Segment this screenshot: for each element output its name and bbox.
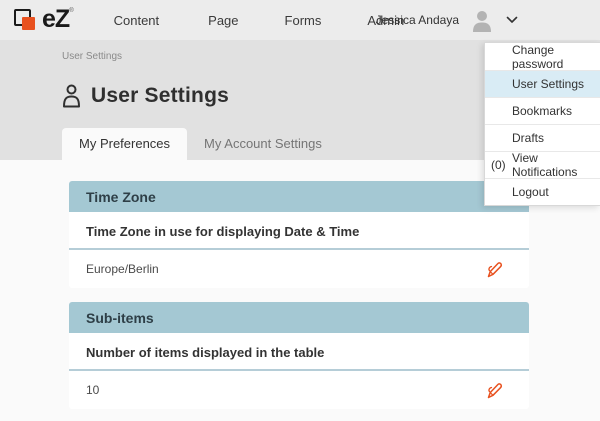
- chevron-down-icon: [506, 16, 518, 24]
- edit-pencil-icon: [486, 381, 503, 400]
- top-navbar: eZ ® Content Page Forms Admin Jessica An…: [0, 0, 600, 40]
- tab-my-account-settings[interactable]: My Account Settings: [187, 128, 339, 160]
- menu-item-change-password[interactable]: Change password: [485, 43, 600, 70]
- page-title: User Settings: [91, 84, 229, 108]
- title-row: User Settings: [61, 84, 229, 108]
- breadcrumb: User Settings: [62, 51, 122, 62]
- ez-logo[interactable]: eZ ®: [14, 6, 74, 34]
- timezone-value: Europe/Berlin: [86, 262, 159, 276]
- subitems-setting-row: 10: [69, 371, 529, 409]
- main-nav: Content Page Forms Admin: [74, 13, 405, 28]
- ez-logo-text: eZ: [42, 6, 69, 32]
- user-menu-trigger[interactable]: Jessica Andaya: [376, 0, 518, 40]
- timezone-section: Time Zone Time Zone in use for displayin…: [69, 181, 529, 288]
- timezone-setting-label: Time Zone in use for displaying Date & T…: [69, 212, 529, 250]
- nav-item-forms[interactable]: Forms: [285, 13, 322, 28]
- menu-item-user-settings[interactable]: User Settings: [485, 70, 600, 97]
- subitems-value: 10: [86, 383, 99, 397]
- subitems-section: Sub-items Number of items displayed in t…: [69, 302, 529, 409]
- timezone-setting-row: Europe/Berlin: [69, 250, 529, 288]
- edit-subitems-button[interactable]: [486, 381, 503, 400]
- tab-bar: My Preferences My Account Settings: [62, 128, 339, 160]
- subitems-setting-label: Number of items displayed in the table: [69, 333, 529, 371]
- user-settings-icon: [61, 84, 82, 108]
- menu-item-view-notifications[interactable]: (0) View Notifications: [485, 151, 600, 178]
- edit-timezone-button[interactable]: [486, 260, 503, 279]
- subitems-section-header: Sub-items: [69, 302, 529, 333]
- user-name: Jessica Andaya: [376, 13, 459, 27]
- tab-my-preferences[interactable]: My Preferences: [62, 128, 187, 160]
- nav-item-content[interactable]: Content: [114, 13, 160, 28]
- menu-item-drafts[interactable]: Drafts: [485, 124, 600, 151]
- edit-pencil-icon: [486, 260, 503, 279]
- menu-item-bookmarks[interactable]: Bookmarks: [485, 97, 600, 124]
- ez-logo-icon: [14, 8, 40, 34]
- timezone-section-header: Time Zone: [69, 181, 529, 212]
- menu-item-logout[interactable]: Logout: [485, 178, 600, 205]
- timezone-section-title: Time Zone: [86, 189, 156, 205]
- notifications-count-badge: (0): [491, 158, 506, 172]
- subitems-section-title: Sub-items: [86, 310, 154, 326]
- user-dropdown-menu: Change password User Settings Bookmarks …: [484, 42, 600, 206]
- nav-item-page[interactable]: Page: [208, 13, 238, 28]
- user-avatar-icon: [469, 7, 495, 33]
